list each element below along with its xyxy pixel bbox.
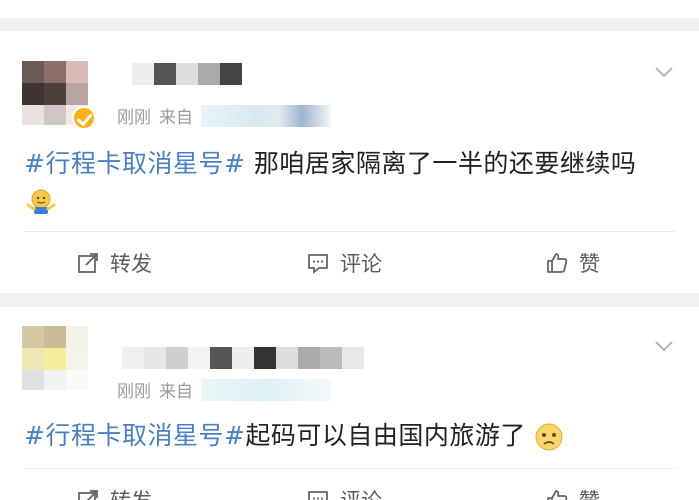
repost-button[interactable]: 转发 xyxy=(76,485,152,500)
shrug-emoji-icon xyxy=(26,189,56,214)
repost-icon xyxy=(78,490,98,500)
username-redacted[interactable] xyxy=(122,347,364,369)
thumbs-up-icon xyxy=(547,253,568,273)
username-redacted[interactable] xyxy=(132,63,242,85)
repost-icon xyxy=(78,253,98,273)
action-bar: 转发 评论 赞 xyxy=(0,242,699,282)
comment-icon xyxy=(308,254,328,274)
divider xyxy=(24,468,675,469)
post-source-prefix: 来自 xyxy=(159,108,193,128)
like-button[interactable]: 赞 xyxy=(545,248,600,278)
post-time: 刚刚 xyxy=(117,382,151,402)
post-meta: 刚刚 来自 xyxy=(117,103,331,128)
chevron-down-icon[interactable] xyxy=(653,335,675,357)
topic-link[interactable]: #行程卡取消星号# xyxy=(24,149,245,178)
source-redacted xyxy=(201,378,331,401)
thumbs-up-icon xyxy=(547,490,568,500)
comment-label: 评论 xyxy=(340,485,382,500)
worried-face-icon xyxy=(535,423,563,451)
post-meta: 刚刚 来自 xyxy=(117,377,331,402)
post-time: 刚刚 xyxy=(117,108,151,128)
comment-button[interactable]: 评论 xyxy=(306,248,382,278)
comment-label: 评论 xyxy=(340,252,382,276)
post-source-prefix: 来自 xyxy=(159,382,193,402)
topic-link[interactable]: #行程卡取消星号# xyxy=(24,421,245,450)
like-label: 赞 xyxy=(579,252,600,276)
post-text: #行程卡取消星号#起码可以自由国内旅游了 xyxy=(24,419,564,453)
post-text: #行程卡取消星号# 那咱居家隔离了一半的还要继续吗 xyxy=(24,147,636,181)
repost-label: 转发 xyxy=(110,485,152,500)
verified-badge-icon xyxy=(72,106,96,130)
comment-icon xyxy=(308,491,328,500)
action-bar: 转发 评论 赞 xyxy=(0,479,699,500)
repost-label: 转发 xyxy=(110,252,152,276)
repost-button[interactable]: 转发 xyxy=(76,248,152,278)
previous-card-bottom xyxy=(0,0,699,18)
source-redacted xyxy=(201,104,331,127)
comment-button[interactable]: 评论 xyxy=(306,485,382,500)
feed-card[interactable]: 刚刚 来自 #行程卡取消星号#起码可以自由国内旅游了 转发 评论 赞 xyxy=(0,307,699,500)
feed-card[interactable]: 刚刚 来自 #行程卡取消星号# 那咱居家隔离了一半的还要继续吗 转发 评论 赞 xyxy=(0,31,699,293)
post-body: 那咱居家隔离了一半的还要继续吗 xyxy=(245,149,637,178)
chevron-down-icon[interactable] xyxy=(653,61,675,83)
avatar[interactable] xyxy=(22,326,88,390)
post-body: 起码可以自由国内旅游了 xyxy=(245,421,526,450)
divider xyxy=(24,231,675,232)
like-label: 赞 xyxy=(579,485,600,500)
like-button[interactable]: 赞 xyxy=(545,485,600,500)
